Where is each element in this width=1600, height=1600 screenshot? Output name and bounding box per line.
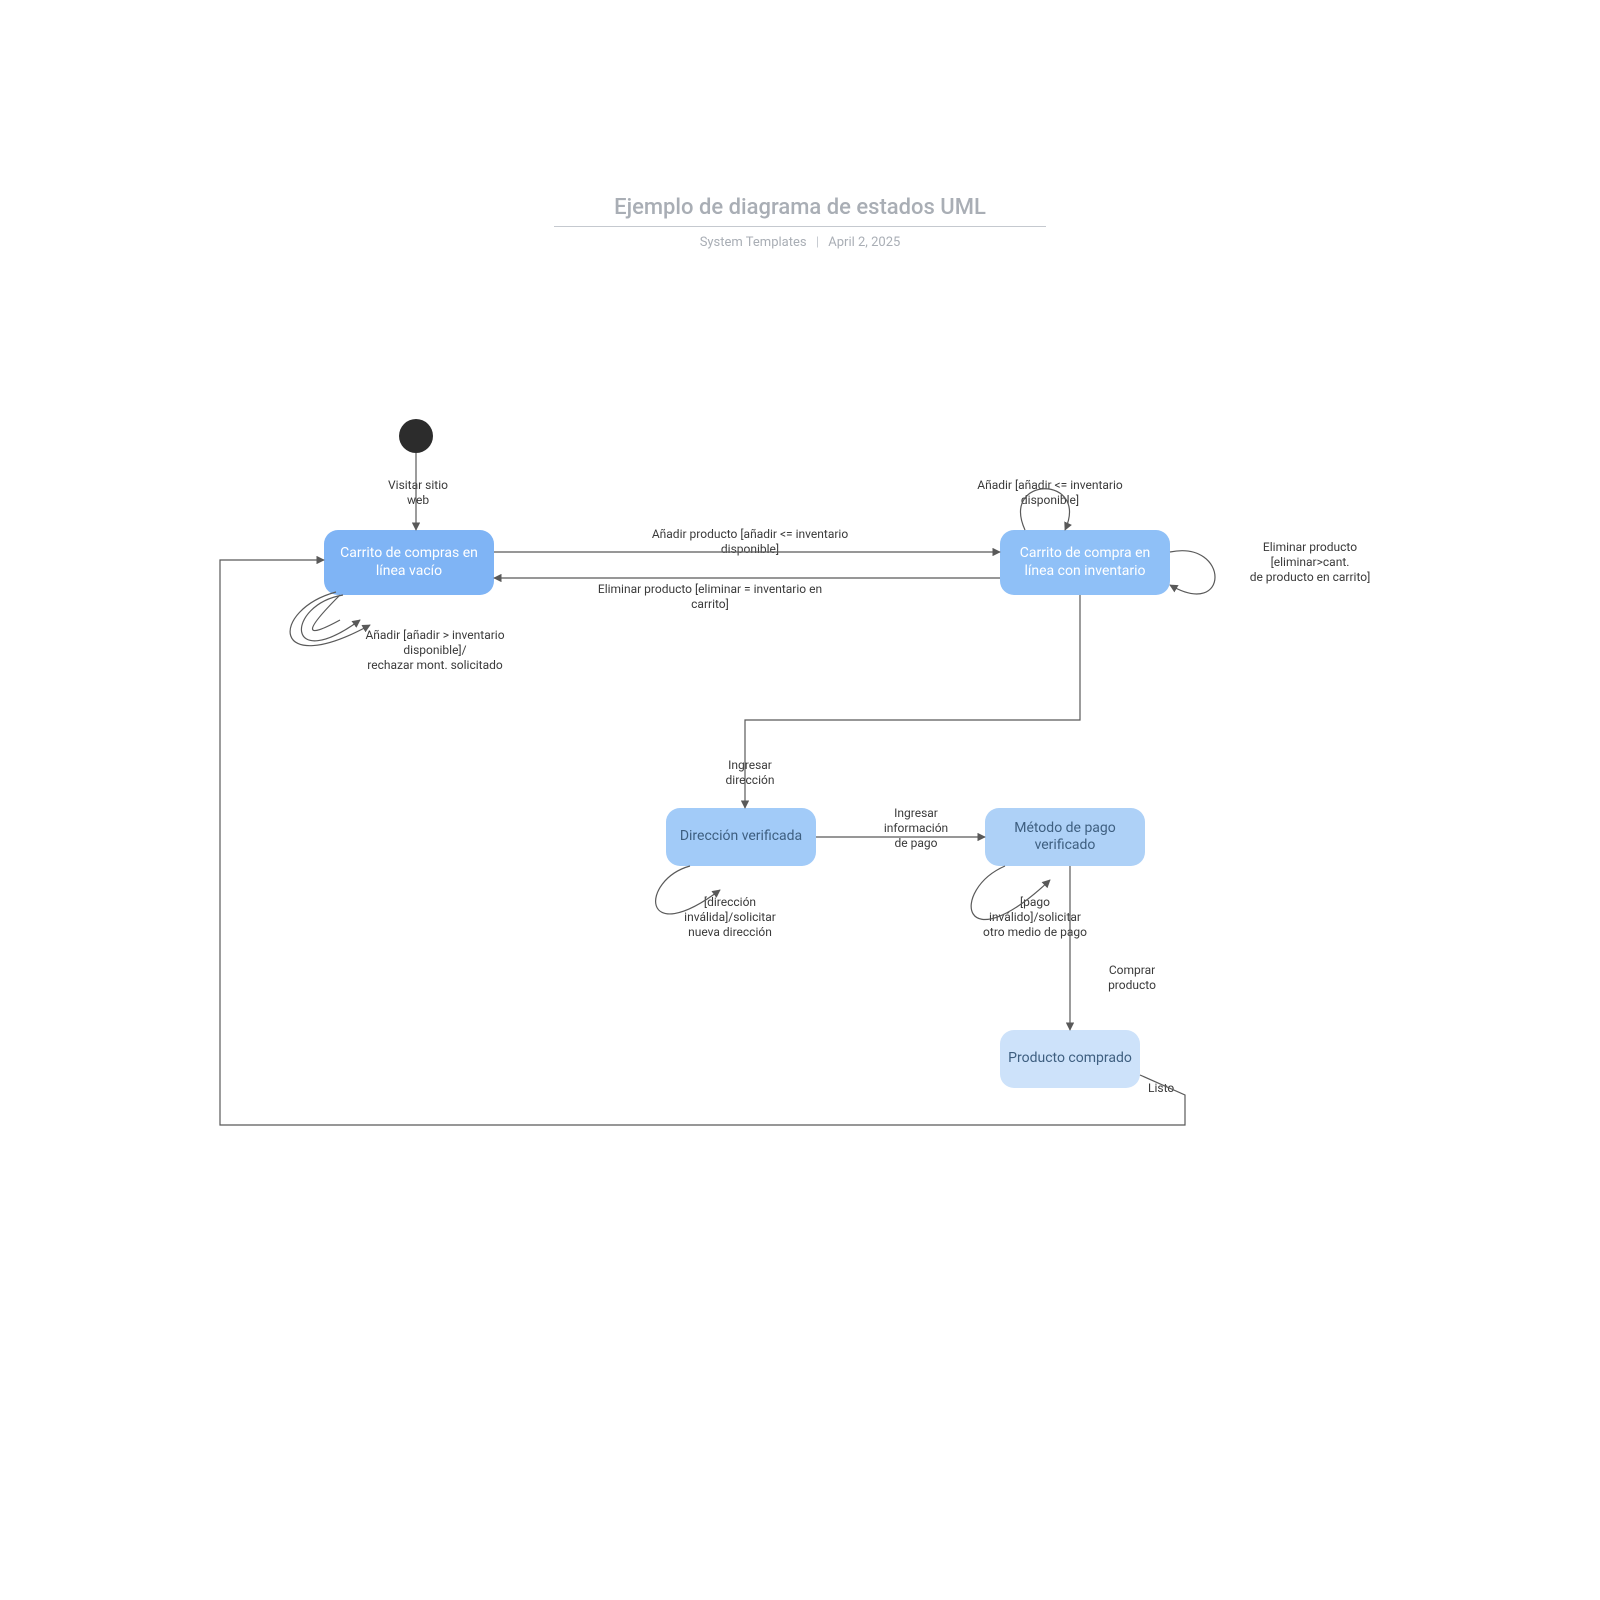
label-remove-gt: Eliminar producto [eliminar>cant. de pro… (1215, 540, 1405, 585)
label-enter-address: Ingresar dirección (710, 758, 790, 788)
label-add-gt: Añadir [añadir > inventario disponible]/… (335, 628, 535, 673)
state-cart-inventory: Carrito de compra en línea con inventari… (1000, 530, 1170, 595)
label-remove-eq: Eliminar producto [eliminar = inventario… (545, 582, 875, 612)
label-buy-product: Comprar producto (1092, 963, 1172, 993)
label-add-available: Añadir producto [añadir <= inventario di… (600, 527, 900, 557)
label-visit-site: Visitar sitio web (378, 478, 458, 508)
label-done: Listo (1148, 1081, 1208, 1096)
label-add-le-self: Añadir [añadir <= inventario disponible] (940, 478, 1160, 508)
state-address-verified: Dirección verificada (666, 808, 816, 866)
title-block: Ejemplo de diagrama de estados UML Syste… (0, 195, 1600, 250)
state-payment-verified: Método de pago verificado (985, 808, 1145, 866)
subtitle-left: System Templates (700, 235, 807, 250)
state-purchased: Producto comprado (1000, 1030, 1140, 1088)
label-invalid-address: [dirección inválida]/solicitar nueva dir… (655, 895, 805, 940)
subtitle-sep: | (816, 235, 819, 250)
subtitle-right: April 2, 2025 (828, 235, 900, 250)
diagram-title: Ejemplo de diagrama de estados UML (554, 195, 1046, 227)
label-enter-payment: Ingresar información de pago (856, 806, 976, 851)
diagram-canvas: Ejemplo de diagrama de estados UML Syste… (0, 0, 1600, 1600)
initial-state-icon (399, 419, 433, 453)
label-invalid-payment: [pago inválido]/solicitar otro medio de … (955, 895, 1115, 940)
diagram-subtitle: System Templates | April 2, 2025 (0, 235, 1600, 250)
state-empty-cart: Carrito de compras en línea vacío (324, 530, 494, 595)
